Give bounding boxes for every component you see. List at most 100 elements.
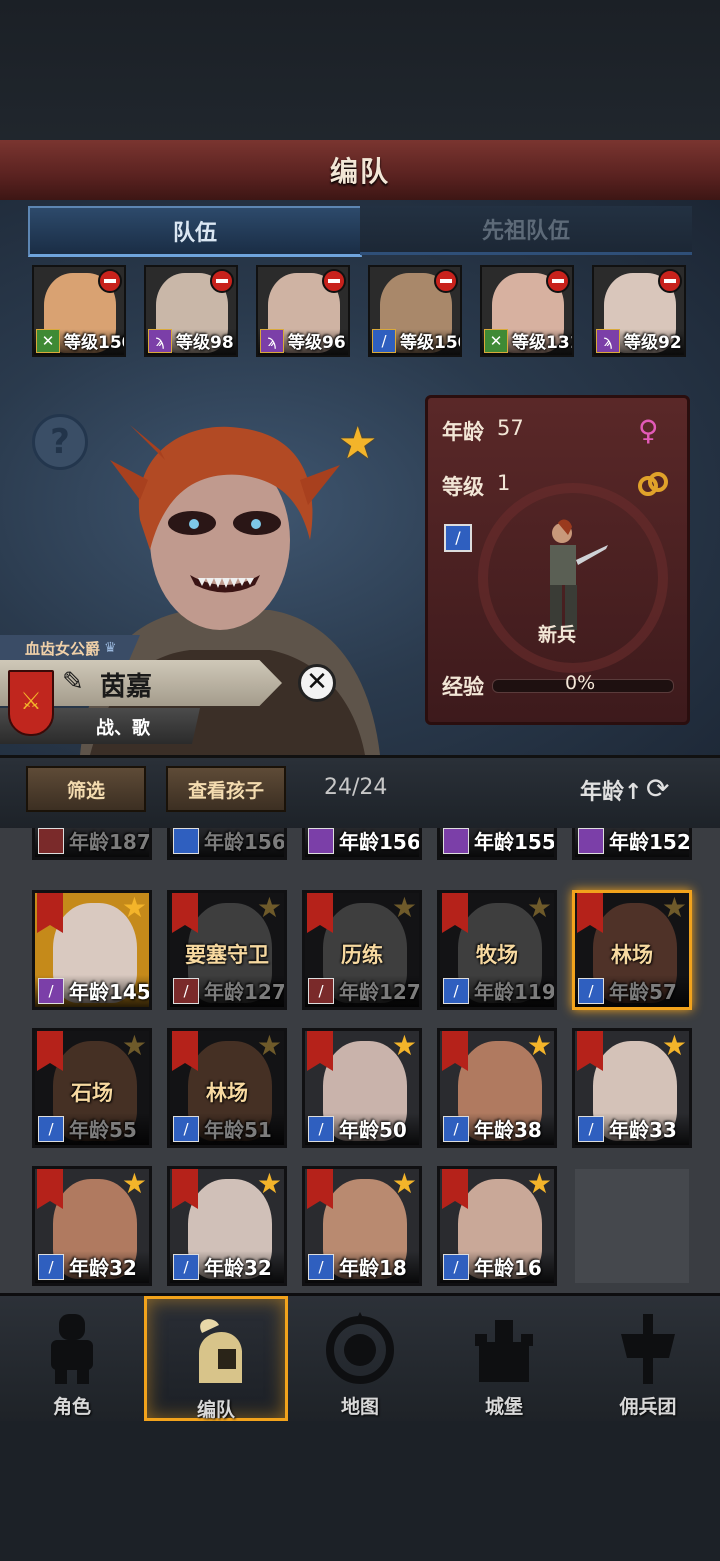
class-icon: / [173, 1116, 199, 1142]
class-icon [443, 828, 469, 854]
character-traits: 战、歌 [96, 718, 150, 739]
roster-grid: 年龄187 年龄156 年龄156 年龄155 年龄152 ★ / 年龄145 ★ 要塞守卫 / 年龄… [0, 828, 720, 1293]
card-age: 年龄16 [474, 1256, 542, 1280]
card-age: 年龄18 [339, 1256, 407, 1280]
remove-icon[interactable] [210, 269, 234, 293]
roster-card[interactable]: ★ 石场 / 年龄55 [32, 1028, 152, 1148]
nav-helmet[interactable]: 编队 [144, 1296, 288, 1421]
team-member-slot[interactable]: ϡ 等级96 [256, 265, 350, 357]
member-level: 等级131 [512, 333, 572, 353]
helmet-icon [184, 1313, 254, 1389]
class-icon: / [578, 978, 604, 1004]
star-icon: ★ [391, 891, 417, 924]
roster-card[interactable]: 年龄155 [437, 828, 557, 860]
team-member-slot[interactable]: ✕等级150 [32, 265, 126, 357]
status-area [0, 0, 720, 140]
roster-card[interactable]: 年龄152 [572, 828, 692, 860]
roster-card[interactable]: ★ / 年龄50 [302, 1028, 422, 1148]
nav-banner[interactable]: 佣兵团 [576, 1296, 720, 1421]
roster-count: 24/24 [324, 775, 388, 800]
rings-icon[interactable] [636, 470, 670, 498]
roster-card[interactable]: ★ / 年龄16 [437, 1166, 557, 1286]
card-age: 年龄50 [339, 1118, 407, 1142]
compass-icon [325, 1310, 395, 1386]
remove-icon[interactable] [546, 269, 570, 293]
crossed-swords-icon: ✕ [484, 329, 508, 353]
card-age: 年龄145 [69, 980, 151, 1004]
xp-value: 0% [565, 672, 596, 694]
member-level: 等级150 [64, 333, 124, 353]
filter-button[interactable]: 筛选 [26, 766, 146, 812]
class-icon: / [38, 978, 64, 1004]
nav-compass[interactable]: 地图 [288, 1296, 432, 1421]
roster-card[interactable]: 年龄156 [167, 828, 287, 860]
job-label: 林场 [206, 1081, 248, 1105]
nav-label: 城堡 [484, 1396, 523, 1418]
team-member-slot[interactable]: ϡ 等级92 [592, 265, 686, 357]
crossed-swords-icon: ✕ [36, 329, 60, 353]
team-member-slot[interactable]: /等级150 [368, 265, 462, 357]
sword-shield-icon: ⚔ [8, 670, 54, 736]
team-slots: ✕等级150ϡ等级98ϡ等级96/等级150✕等级131ϡ等级92 [32, 265, 692, 360]
sword-class-icon: / [444, 524, 472, 552]
xp-label: 经验 [442, 675, 484, 699]
unit-name: 新兵 [538, 624, 577, 646]
star-icon: ★ [391, 1029, 417, 1062]
level-value: 1 [497, 471, 511, 495]
card-age: 年龄127 [339, 980, 421, 1004]
team-member-slot[interactable]: ✕等级131 [480, 265, 574, 357]
class-icon: / [38, 1254, 64, 1280]
age-label: 年龄 [442, 420, 484, 444]
remove-icon[interactable] [98, 269, 122, 293]
class-icon: / [173, 1254, 199, 1280]
team-tabs: 队伍 先祖队伍 [28, 206, 692, 257]
remove-icon[interactable] [434, 269, 458, 293]
nav-castle[interactable]: 城堡 [432, 1296, 576, 1421]
refresh-icon[interactable]: ⟳ [646, 772, 669, 805]
roster-card[interactable]: ★ / 年龄33 [572, 1028, 692, 1148]
nav-knight[interactable]: 角色 [0, 1296, 144, 1421]
roster-card[interactable]: ★ 林场 / 年龄57 [572, 890, 692, 1010]
sword-banner-icon [307, 1169, 333, 1209]
roster-card[interactable]: ★ / 年龄145 [32, 890, 152, 1010]
card-age: 年龄32 [204, 1256, 272, 1280]
class-icon: / [173, 978, 199, 1004]
roster-card[interactable]: ★ 林场 / 年龄51 [167, 1028, 287, 1148]
roster-card[interactable]: 年龄156 [302, 828, 422, 860]
roster-card[interactable]: ★ / 年龄32 [167, 1166, 287, 1286]
job-label: 要塞守卫 [185, 943, 269, 967]
title-bar: 编队 [0, 140, 720, 203]
sword-banner-icon [37, 893, 63, 933]
roster-card[interactable]: 年龄187 [32, 828, 152, 860]
sort-button[interactable]: 年龄↑ [580, 774, 642, 806]
staff-icon: ϡ [596, 329, 620, 353]
roster-card[interactable]: ★ / 年龄32 [32, 1166, 152, 1286]
view-children-button[interactable]: 查看孩子 [166, 766, 286, 812]
remove-icon[interactable] [322, 269, 346, 293]
nav-label: 佣兵团 [619, 1396, 677, 1418]
roster-card[interactable]: ★ / 年龄38 [437, 1028, 557, 1148]
castle-icon [469, 1310, 539, 1386]
character-title-tag: 血齿女公爵 ♛ [0, 635, 140, 661]
age-value: 57 [497, 416, 524, 440]
tab-ancestor-team[interactable]: 先祖队伍 [360, 206, 692, 255]
remove-icon[interactable] [658, 269, 682, 293]
rename-icon[interactable]: ✎ [62, 667, 84, 697]
class-icon: / [443, 1116, 469, 1142]
close-icon[interactable]: ✕ [298, 664, 336, 702]
sword-banner-icon [172, 1169, 198, 1209]
card-age: 年龄38 [474, 1118, 542, 1142]
tab-team[interactable]: 队伍 [28, 206, 362, 257]
roster-card[interactable]: ★ 历练 / 年龄127 [302, 890, 422, 1010]
card-age: 年龄152 [609, 830, 691, 854]
roster-card[interactable]: ★ 牧场 / 年龄119 [437, 890, 557, 1010]
card-age: 年龄51 [204, 1118, 272, 1142]
sword-banner-icon [577, 1031, 603, 1071]
roster-card[interactable]: ★ 要塞守卫 / 年龄127 [167, 890, 287, 1010]
class-icon [308, 828, 334, 854]
roster-card[interactable]: ★ / 年龄18 [302, 1166, 422, 1286]
empty-slot [572, 1166, 692, 1286]
team-member-slot[interactable]: ϡ 等级98 [144, 265, 238, 357]
class-icon [38, 828, 64, 854]
card-age: 年龄119 [474, 980, 556, 1004]
